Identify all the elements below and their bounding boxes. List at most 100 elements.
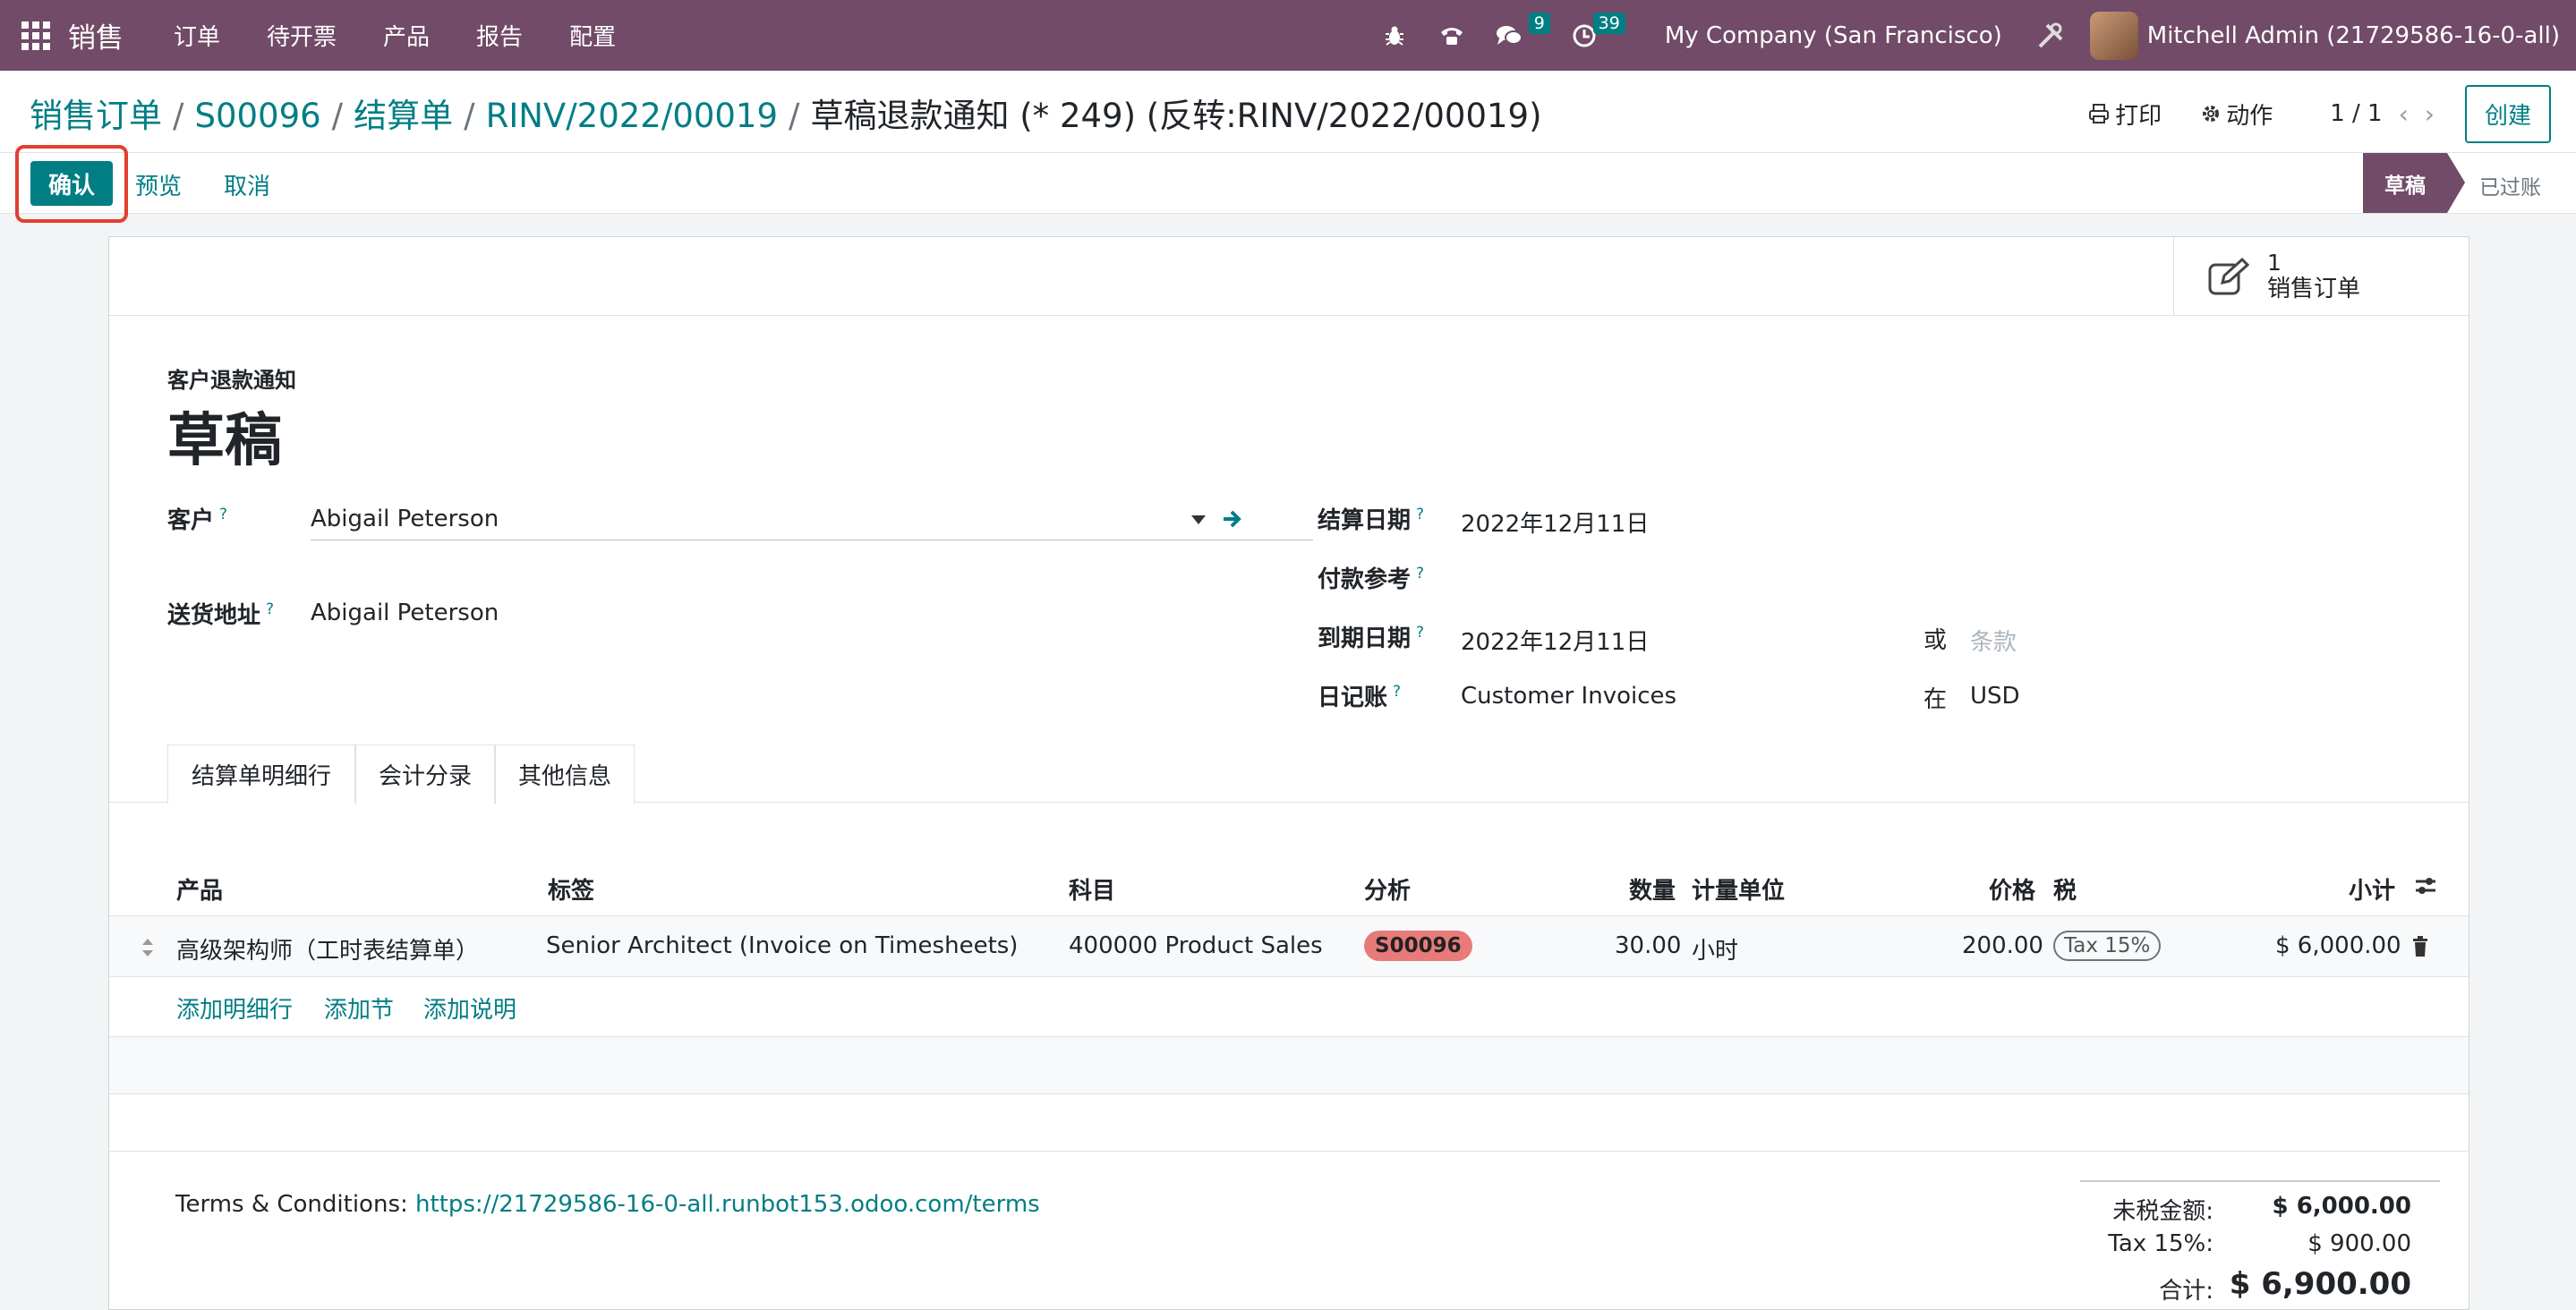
customer-field[interactable]: Abigail Peterson — [311, 506, 499, 532]
edit-icon — [2208, 258, 2249, 295]
drag-handle-icon[interactable] — [141, 936, 155, 959]
help-icon[interactable]: ? — [266, 600, 274, 618]
cancel-button[interactable]: 取消 — [224, 168, 270, 201]
analytic-tag[interactable]: S00096 — [1364, 931, 1472, 961]
total-label: 合计: — [2159, 1278, 2213, 1305]
open-record-arrow-icon[interactable] — [1222, 508, 1243, 530]
sale-orders-smart-button[interactable]: 1 销售订单 — [2173, 237, 2469, 316]
or-label: 或 — [1923, 627, 1948, 654]
column-header-product[interactable]: 产品 — [176, 872, 223, 906]
in-label: 在 — [1923, 686, 1948, 713]
column-header-label[interactable]: 标签 — [548, 872, 594, 906]
pager-value[interactable]: 1 / 1 — [2330, 100, 2382, 127]
menu-item-reporting[interactable]: 报告 — [453, 19, 546, 52]
stage-arrow — [2447, 153, 2465, 213]
top-navbar: 销售 订单 待开票 产品 报告 配置 9 39 My Company (San … — [0, 0, 2576, 71]
breadcrumb-invoices[interactable]: 结算单 — [354, 97, 453, 135]
notebook-tabs: 结算单明细行 会计分录 其他信息 — [109, 744, 2469, 804]
invoice-date-label: 结算日期? — [1318, 506, 1425, 534]
terms-link[interactable]: https://21729586-16-0-all.runbot153.odoo… — [415, 1191, 1040, 1218]
stage-posted[interactable]: 已过账 — [2479, 170, 2541, 200]
column-header-quantity[interactable]: 数量 — [1629, 872, 1676, 906]
add-section-link[interactable]: 添加节 — [324, 991, 394, 1025]
dropdown-caret-icon[interactable] — [1191, 515, 1206, 524]
help-icon[interactable]: ? — [1416, 506, 1424, 523]
cell-price[interactable]: 200.00 — [1962, 932, 2043, 959]
menu-item-to-invoice[interactable]: 待开票 — [243, 19, 360, 52]
apps-grid-icon[interactable] — [18, 18, 54, 54]
journal-field[interactable]: Customer Invoices — [1461, 683, 1676, 710]
breadcrumb-invoice[interactable]: RINV/2022/00019 — [486, 97, 778, 135]
tab-journal-items[interactable]: 会计分录 — [355, 744, 495, 804]
breadcrumb-order[interactable]: S00096 — [194, 97, 320, 135]
table-row[interactable]: 高级架构师（工时表结算单） Senior Architect (Invoice … — [109, 916, 2469, 977]
menu-item-products[interactable]: 产品 — [360, 19, 453, 52]
empty-row — [109, 1037, 2469, 1094]
control-panel: 销售订单 / S00096/结算单 / RINV/2022/00019/草稿退款通知 (… — [0, 71, 2576, 153]
pager-previous-icon[interactable]: ‹ — [2399, 99, 2409, 129]
print-button[interactable]: 打印 — [2088, 98, 2162, 131]
action-button[interactable]: 动作 — [2201, 98, 2273, 131]
preview-button[interactable]: 预览 — [135, 168, 182, 201]
customer-label: 客户? — [167, 506, 228, 534]
column-header-uom[interactable]: 计量单位 — [1692, 872, 1785, 906]
add-note-link[interactable]: 添加说明 — [423, 991, 516, 1025]
untaxed-amount-value: $ 6,000.00 — [2272, 1193, 2411, 1220]
confirm-button[interactable]: 确认 — [30, 161, 113, 206]
column-header-price[interactable]: 价格 — [1989, 872, 2035, 906]
column-header-subtotal[interactable]: 小计 — [2349, 872, 2395, 906]
document-title: 草稿 — [167, 408, 282, 474]
trash-icon[interactable] — [2411, 936, 2429, 957]
column-header-tax[interactable]: 税 — [2053, 872, 2077, 906]
menu-item-configuration[interactable]: 配置 — [546, 19, 639, 52]
form-sheet: 1 销售订单 客户退款通知 草稿 客户? Abigail Peterson 送货… — [108, 236, 2469, 1310]
invoice-date-field[interactable]: 2022年12月11日 — [1461, 506, 1649, 539]
tab-other-info[interactable]: 其他信息 — [495, 744, 635, 804]
column-settings-icon[interactable] — [2414, 875, 2437, 897]
breadcrumb-sales-orders[interactable]: 销售订单 — [30, 97, 162, 135]
main-menu: 订单 待开票 产品 报告 配置 — [150, 19, 639, 52]
cell-product[interactable]: 高级架构师（工时表结算单） — [176, 932, 479, 965]
delivery-address-field[interactable]: Abigail Peterson — [311, 600, 499, 626]
column-header-account[interactable]: 科目 — [1069, 872, 1115, 906]
totals-divider — [2080, 1180, 2440, 1182]
status-bar — [0, 153, 2576, 214]
pager-next-icon[interactable]: › — [2425, 99, 2435, 129]
payment-reference-label: 付款参考? — [1318, 565, 1425, 593]
cell-label[interactable]: Senior Architect (Invoice on Timesheets) — [546, 932, 1018, 959]
payment-terms-field[interactable]: 条款 — [1970, 624, 2017, 657]
help-icon[interactable]: ? — [1416, 624, 1424, 642]
help-icon[interactable]: ? — [219, 506, 227, 523]
currency-field[interactable]: USD — [1970, 683, 2020, 710]
help-icon[interactable]: ? — [1393, 683, 1401, 701]
cell-account[interactable]: 400000 Product Sales — [1069, 932, 1323, 959]
menu-item-orders[interactable]: 订单 — [150, 19, 243, 52]
add-line-link[interactable]: 添加明细行 — [176, 991, 293, 1025]
tax-tag[interactable]: Tax 15% — [2053, 931, 2162, 961]
phone-icon[interactable] — [1434, 18, 1470, 54]
messages-icon[interactable]: 9 — [1491, 12, 1550, 54]
app-name[interactable]: 销售 — [68, 15, 124, 55]
bug-icon[interactable] — [1377, 18, 1412, 54]
user-avatar[interactable] — [2089, 11, 2138, 60]
empty-row — [109, 1094, 2469, 1152]
help-icon[interactable]: ? — [1416, 565, 1424, 583]
cell-quantity[interactable]: 30.00 — [1615, 932, 1681, 959]
company-switcher[interactable]: My Company (San Francisco) — [1665, 22, 2002, 49]
terms-label: Terms & Conditions: — [175, 1191, 408, 1218]
smart-button-label: 销售订单 — [2267, 276, 2361, 302]
print-icon — [2089, 104, 2110, 123]
gear-icon — [2203, 106, 2220, 122]
activities-clock-icon[interactable]: 39 — [1566, 12, 1625, 54]
create-button[interactable]: 创建 — [2464, 84, 2551, 143]
smart-button-count: 1 — [2267, 250, 2282, 276]
column-header-analytic[interactable]: 分析 — [1364, 872, 1411, 906]
due-date-field[interactable]: 2022年12月11日 — [1461, 624, 1649, 657]
tools-icon[interactable] — [2033, 18, 2068, 54]
cell-uom[interactable]: 小时 — [1692, 932, 1738, 965]
terms-and-conditions: Terms & Conditions: https://21729586-16-… — [175, 1191, 1040, 1218]
tab-invoice-lines[interactable]: 结算单明细行 — [167, 744, 355, 804]
button-box: 1 销售订单 — [109, 237, 2469, 316]
user-menu[interactable]: Mitchell Admin (21729586-16-0-all) — [2147, 22, 2560, 49]
document-type: 客户退款通知 — [167, 368, 296, 393]
